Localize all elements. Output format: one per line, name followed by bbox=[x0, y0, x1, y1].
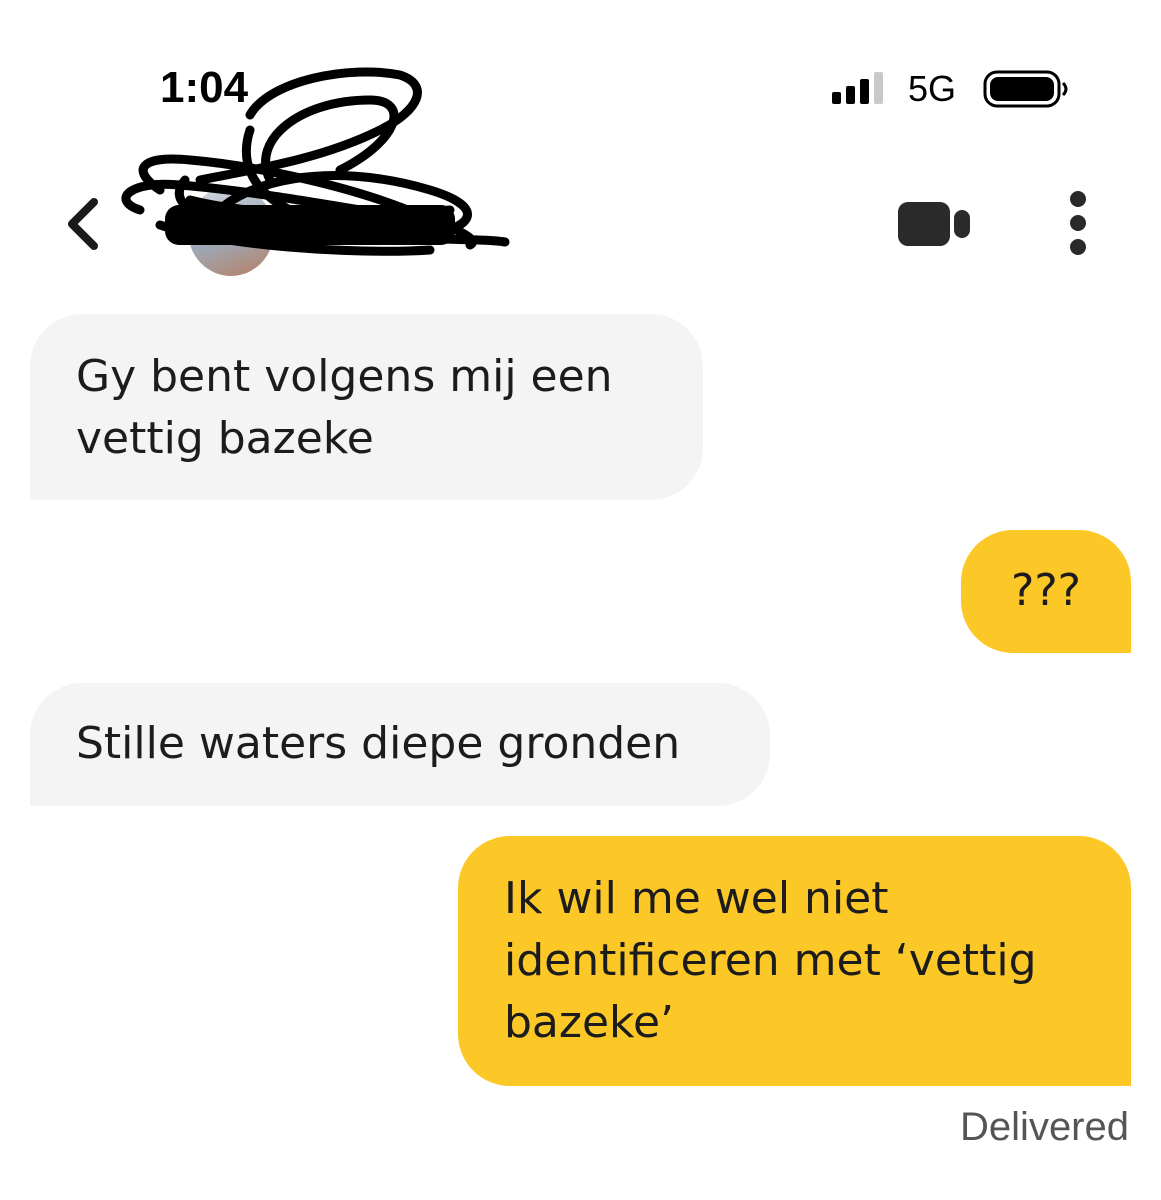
outgoing-message[interactable]: ??? bbox=[961, 530, 1131, 653]
more-vertical-icon[interactable] bbox=[1058, 190, 1098, 256]
outgoing-message[interactable]: Ik wil me wel niet identificeren met ‘ve… bbox=[458, 836, 1131, 1086]
network-type: 5G bbox=[908, 68, 957, 109]
back-chevron-icon[interactable] bbox=[58, 192, 110, 256]
contact-name-redacted[interactable] bbox=[165, 205, 455, 245]
incoming-message[interactable]: Stille waters diepe gronden bbox=[30, 683, 770, 806]
battery-icon bbox=[983, 70, 1068, 108]
delivery-status: Delivered bbox=[960, 1105, 1129, 1149]
video-camera-icon[interactable] bbox=[896, 198, 972, 250]
status-time: 1:04 bbox=[160, 63, 249, 112]
signal-bars-icon bbox=[832, 72, 883, 104]
incoming-message[interactable]: Gy bent volgens mij een vettig bazeke bbox=[30, 314, 703, 500]
